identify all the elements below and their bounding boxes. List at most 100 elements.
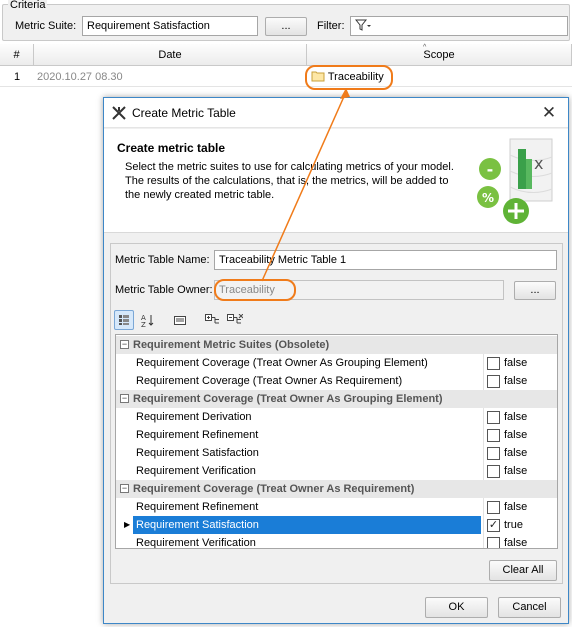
collapse-icon[interactable]: − xyxy=(120,340,129,349)
checkbox[interactable] xyxy=(487,501,500,514)
checkbox[interactable] xyxy=(487,537,500,548)
grid-header-scope[interactable]: ^ Scope xyxy=(307,44,572,66)
tree-item-name: Requirement Coverage (Treat Owner As Gro… xyxy=(136,357,428,369)
metric-suite-browse-button[interactable]: ... xyxy=(265,17,307,36)
description-icon xyxy=(174,316,186,325)
tree-item-name: Requirement Refinement xyxy=(136,501,259,513)
close-icon[interactable]: ✕ xyxy=(538,102,560,124)
metric-suite-label: Metric Suite: xyxy=(15,20,77,32)
tree-item-name: Requirement Verification xyxy=(136,465,256,477)
checkbox[interactable] xyxy=(487,357,500,370)
checkbox[interactable] xyxy=(487,447,500,460)
show-description-button[interactable] xyxy=(170,310,190,330)
svg-text:x: x xyxy=(534,154,543,173)
checkbox-checked[interactable]: ✓ xyxy=(487,519,500,532)
criteria-legend: Criteria xyxy=(8,0,48,11)
grid-row-index[interactable]: 1 xyxy=(0,67,34,87)
tree-group-title: Requirement Metric Suites (Obsolete) xyxy=(133,339,330,351)
svg-text:Z: Z xyxy=(141,321,146,327)
collapse-icon[interactable]: − xyxy=(120,484,129,493)
metric-table-name-label: Metric Table Name: xyxy=(115,254,210,266)
dialog-content: Metric Table Name: Traceability Metric T… xyxy=(110,243,563,584)
tree-item-value: false xyxy=(504,537,528,549)
tree-item-value: true xyxy=(504,519,523,531)
tree-item-value-cell[interactable]: false xyxy=(483,534,557,549)
svg-text:%: % xyxy=(482,191,494,205)
tree-item-value: false xyxy=(504,429,528,441)
checkbox[interactable] xyxy=(487,375,500,388)
checkbox[interactable] xyxy=(487,465,500,478)
owner-browse-button[interactable]: ... xyxy=(514,281,556,300)
grid-header-date[interactable]: Date xyxy=(34,44,307,66)
tree-item[interactable]: Requirement Coverage (Treat Owner As Gro… xyxy=(116,354,557,372)
cancel-button[interactable]: Cancel xyxy=(498,597,561,618)
tree-item-value-cell[interactable]: false xyxy=(483,444,557,462)
tree-item-name: Requirement Derivation xyxy=(136,411,252,423)
metric-suites-tree[interactable]: − Requirement Metric Suites (Obsolete) R… xyxy=(115,334,558,549)
tree-group[interactable]: − Requirement Metric Suites (Obsolete) xyxy=(116,336,557,354)
expand-all-button[interactable] xyxy=(203,310,223,330)
filter-label: Filter: xyxy=(317,20,345,32)
categorized-icon xyxy=(119,315,129,325)
tree-item-value-cell[interactable]: false xyxy=(483,408,557,426)
tree-item-value: false xyxy=(504,411,528,423)
tree-group-title: Requirement Coverage (Treat Owner As Gro… xyxy=(133,393,443,405)
ok-button[interactable]: OK xyxy=(425,597,488,618)
checkbox[interactable] xyxy=(487,429,500,442)
svg-text:-: - xyxy=(487,160,494,179)
filter-field[interactable] xyxy=(350,16,568,36)
tree-item-value: false xyxy=(504,375,528,387)
funnel-icon xyxy=(354,19,371,31)
sort-icon: ^ xyxy=(423,44,427,51)
dialog-titlebar[interactable]: Create Metric Table ✕ xyxy=(104,98,568,128)
expand-all-icon xyxy=(205,314,219,324)
tree-item-value-cell[interactable]: false xyxy=(483,498,557,516)
dialog-header-title: Create metric table xyxy=(117,141,226,155)
dialog-title: Create Metric Table xyxy=(132,106,236,120)
grid-header-index[interactable]: # xyxy=(0,44,34,66)
tree-item-value: false xyxy=(504,447,528,459)
tree-item-name: Requirement Satisfaction xyxy=(136,447,259,459)
row-pointer-icon: ▶ xyxy=(124,520,131,529)
tree-item-value: false xyxy=(504,357,528,369)
categorized-view-button[interactable] xyxy=(114,310,134,330)
owner-callout xyxy=(214,279,296,301)
tree-item-value-cell[interactable]: false xyxy=(483,462,557,480)
sort-alphabetical-button[interactable]: A Z xyxy=(138,310,158,330)
tree-item-selected[interactable]: ▶ Requirement Satisfaction ✓ true xyxy=(116,516,557,534)
tree-item[interactable]: Requirement Derivation false xyxy=(116,408,557,426)
tree-item-value: false xyxy=(504,501,528,513)
tree-item-value-cell[interactable]: ✓ true xyxy=(483,516,557,534)
dialog-header: Create metric table Select the metric su… xyxy=(104,129,568,233)
tree-item-name: Requirement Coverage (Treat Owner As Req… xyxy=(136,375,403,387)
tree-group-title: Requirement Coverage (Treat Owner As Req… xyxy=(133,483,415,495)
tree-item[interactable]: Requirement Verification false xyxy=(116,534,557,549)
collapse-all-button[interactable] xyxy=(225,310,245,330)
tree-item-value-cell[interactable]: false xyxy=(483,354,557,372)
tree-item[interactable]: Requirement Refinement false xyxy=(116,498,557,516)
tree-item-value-cell[interactable]: false xyxy=(483,426,557,444)
tree-item[interactable]: Requirement Refinement false xyxy=(116,426,557,444)
scope-callout xyxy=(305,65,393,90)
tree-item-value: false xyxy=(504,465,528,477)
collapse-icon[interactable]: − xyxy=(120,394,129,403)
app-icon xyxy=(112,106,126,120)
tree-item-name: Requirement Verification xyxy=(136,537,256,549)
grid-row-date[interactable]: 2020.10.27 08.30 xyxy=(34,67,307,87)
create-metric-table-dialog: Create Metric Table ✕ Create metric tabl… xyxy=(103,97,569,624)
collapse-all-icon xyxy=(227,313,244,324)
metric-table-name-input[interactable]: Traceability Metric Table 1 xyxy=(214,250,557,270)
checkbox[interactable] xyxy=(487,411,500,424)
metric-suite-field[interactable]: Requirement Satisfaction xyxy=(82,16,258,36)
metric-table-owner-label: Metric Table Owner: xyxy=(115,284,213,296)
tree-item[interactable]: Requirement Verification false xyxy=(116,462,557,480)
tree-group[interactable]: − Requirement Coverage (Treat Owner As G… xyxy=(116,390,557,408)
clear-all-button[interactable]: Clear All xyxy=(489,560,557,581)
tree-item-name: Requirement Satisfaction xyxy=(133,516,481,534)
dialog-header-description: Select the metric suites to use for calc… xyxy=(125,161,454,201)
tree-group[interactable]: − Requirement Coverage (Treat Owner As R… xyxy=(116,480,557,498)
grid-header-scope-label: Scope xyxy=(423,49,455,61)
tree-item[interactable]: Requirement Satisfaction false xyxy=(116,444,557,462)
tree-item[interactable]: Requirement Coverage (Treat Owner As Req… xyxy=(116,372,557,390)
tree-item-value-cell[interactable]: false xyxy=(483,372,557,390)
